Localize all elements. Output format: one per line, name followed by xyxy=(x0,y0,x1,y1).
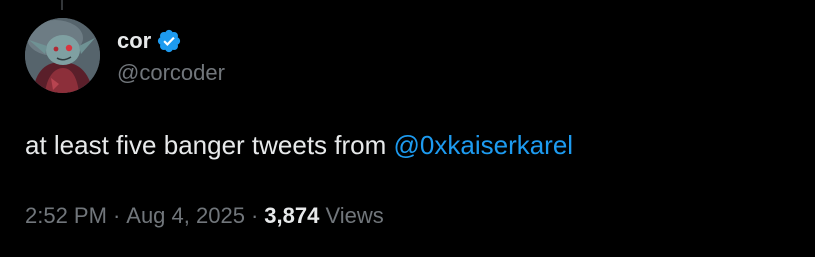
author-handle[interactable]: @corcoder xyxy=(117,58,225,88)
thread-connector-line xyxy=(61,0,63,10)
display-name[interactable]: cor xyxy=(117,26,151,56)
tweet-text-body: at least five banger tweets from xyxy=(25,130,394,160)
verified-badge-icon[interactable] xyxy=(156,28,182,54)
author-names: cor @corcoder xyxy=(117,26,225,88)
tweet-time[interactable]: 2:52 PM xyxy=(25,203,107,228)
avatar-image xyxy=(25,18,100,93)
meta-separator: · xyxy=(112,203,121,228)
tweet-metadata: 2:52 PM · Aug 4, 2025 · 3,874 Views xyxy=(25,201,384,231)
mention-link[interactable]: @0xkaiserkarel xyxy=(394,130,574,160)
tweet-header: cor @corcoder xyxy=(25,18,795,93)
tweet-text: at least five banger tweets from @0xkais… xyxy=(25,128,573,162)
meta-separator: · xyxy=(250,203,259,228)
views-label: Views xyxy=(325,203,384,228)
tweet: cor @corcoder at least five banger tweet… xyxy=(25,18,795,228)
avatar[interactable] xyxy=(25,18,100,93)
tweet-date[interactable]: Aug 4, 2025 xyxy=(126,203,245,228)
display-name-row: cor xyxy=(117,26,225,56)
views-count: 3,874 xyxy=(264,203,320,228)
